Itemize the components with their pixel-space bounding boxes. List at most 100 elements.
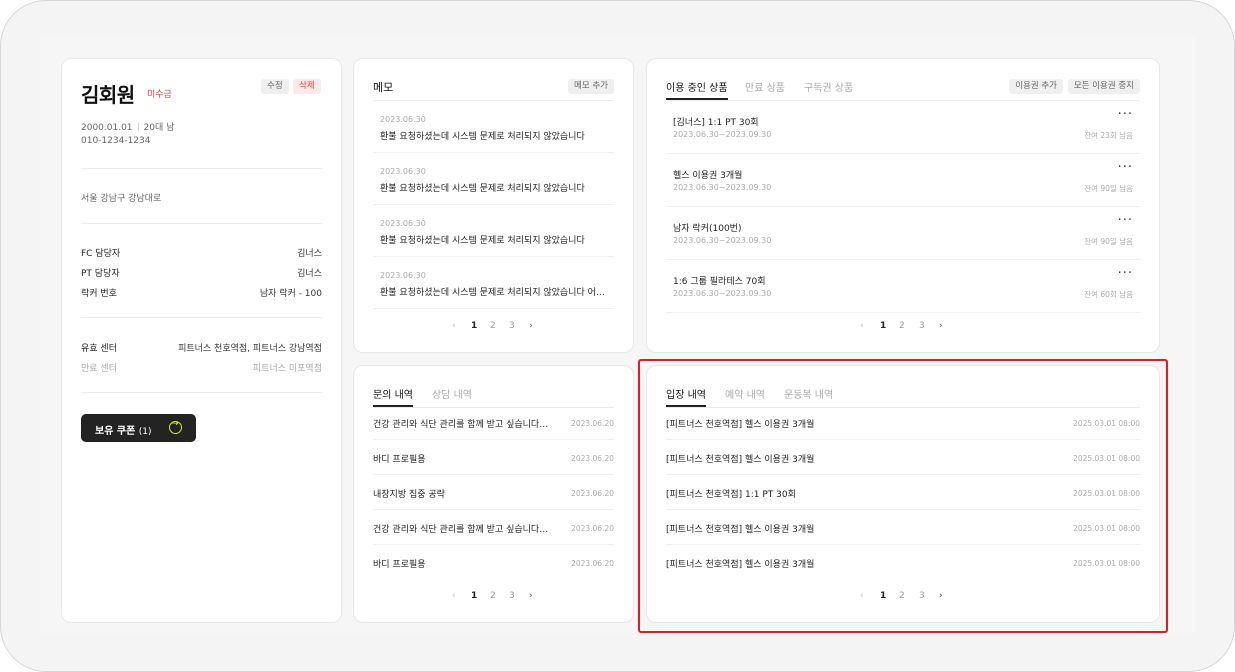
entry-row[interactable]: [피트너스 천호역점] 헬스 이용권 3개월 2025.03.01 08:00 [666,510,1140,545]
memo-date: 2023.06.30 [380,219,426,228]
add-pass-button[interactable]: 이용권 추가 [1009,79,1063,94]
page-3[interactable]: 3 [509,321,515,331]
divider [81,168,322,169]
inquiry-date: 2023.06.20 [571,454,614,463]
fc-manager-value: 김너스 [297,249,322,259]
pt-manager-row: PT 담당자 김너스 [81,266,322,280]
tab-expired-products[interactable]: 만료 상품 [745,79,785,94]
chevron-right-icon[interactable]: › [939,321,943,331]
chevron-left-icon[interactable]: ‹ [452,591,456,601]
valid-center-label: 유효 센터 [81,344,117,354]
entry-datetime: 2025.03.01 08:00 [1073,419,1140,428]
chevron-right-icon[interactable]: › [529,591,533,601]
memo-item[interactable]: 2023.06.30 환불 요청하셨는데 시스템 문제로 처리되지 않았습니다 … [373,257,614,309]
chevron-left-icon[interactable]: ‹ [452,321,456,331]
chevron-right-icon[interactable]: › [939,591,943,601]
edit-button[interactable]: 수정 [261,79,289,94]
entry-title: [피트너스 천호역점] 헬스 이용권 3개월 [666,420,815,430]
product-name: 1:6 그룹 필라테스 70회 [673,277,766,287]
inquiry-row[interactable]: 바디 프로필용 2023.06.20 [373,545,614,580]
member-phone: 010-1234-1234 [81,136,151,146]
pt-manager-label: PT 담당자 [81,269,120,279]
page-2[interactable]: 2 [899,321,905,331]
entry-row[interactable]: [피트너스 천호역점] 헬스 이용권 3개월 2025.03.01 08:00 [666,440,1140,475]
more-horizontal-icon[interactable]: ··· [1118,213,1133,228]
inquiry-date: 2023.06.20 [571,559,614,568]
page-3[interactable]: 3 [919,321,925,331]
product-item[interactable]: 헬스 이용권 3개월 2023.06.30~2023.09.30 ··· 잔여 … [666,154,1140,207]
locker-label: 락커 번호 [81,289,117,299]
inquiry-card: 문의 내역 상담 내역 건강 관리와 식단 관리를 함께 받고 싶습니다람...… [353,365,634,623]
entry-history-card: 입장 내역 예약 내역 운동복 내역 [피트너스 천호역점] 헬스 이용권 3개… [646,365,1160,623]
tab-inquiry-history[interactable]: 문의 내역 [373,386,413,407]
valid-center-row: 유효 센터 피트너스 천호역점, 피트너스 강남역점 [81,341,322,355]
product-remaining: 잔여 60회 남음 [1084,290,1133,299]
memo-item[interactable]: 2023.06.30 환불 요청하셨는데 시스템 문제로 처리되지 않았습니다 [373,153,614,205]
page-2[interactable]: 2 [490,591,496,601]
valid-center-value: 피트너스 천호역점, 피트너스 강남역점 [178,344,322,354]
chevron-left-icon[interactable]: ‹ [860,321,864,331]
coupon-button[interactable]: 보유 쿠폰 (1) [81,414,196,442]
memo-item[interactable]: 2023.06.30 환불 요청하셨는데 시스템 문제로 처리되지 않았습니다 [373,101,614,153]
locker-row: 락커 번호 남자 락커 - 100 [81,286,322,300]
chevron-right-icon[interactable]: › [529,321,533,331]
product-period: 2023.06.30~2023.09.30 [673,183,772,192]
product-item[interactable]: 1:6 그룹 필라테스 70회 2023.06.30~2023.09.30 ··… [666,260,1140,313]
entry-title: [피트너스 천호역점] 헬스 이용권 3개월 [666,455,815,465]
product-name: 헬스 이용권 3개월 [673,171,743,181]
more-horizontal-icon[interactable]: ··· [1118,160,1133,175]
tab-consultation-history[interactable]: 상담 내역 [432,386,472,401]
more-horizontal-icon[interactable]: ··· [1118,107,1133,122]
tab-active-products[interactable]: 이용 중인 상품 [666,79,728,100]
page-1[interactable]: 1 [880,321,886,331]
page-2[interactable]: 2 [899,591,905,601]
tab-sportswear-history[interactable]: 운동복 내역 [784,386,833,401]
member-age-group: 20대 남 [143,123,175,133]
inquiry-date: 2023.06.20 [571,489,614,498]
inquiry-row[interactable]: 내장지방 집중 공략 2023.06.20 [373,475,614,510]
inquiry-date: 2023.06.20 [571,419,614,428]
divider [81,392,322,393]
inquiry-row[interactable]: 바디 프로필용 2023.06.20 [373,440,614,475]
add-memo-button[interactable]: 메모 추가 [568,79,614,94]
fc-manager-label: FC 담당자 [81,249,121,259]
entry-row[interactable]: [피트너스 천호역점] 1:1 PT 30회 2025.03.01 08:00 [666,475,1140,510]
fc-manager-row: FC 담당자 김너스 [81,246,322,260]
product-name: [김너스] 1:1 PT 30회 [673,118,759,128]
inquiry-row[interactable]: 건강 관리와 식단 관리를 함께 받고 싶습니다람... 2023.06.20 [373,405,614,440]
product-remaining: 잔여 90일 남음 [1084,237,1133,246]
inquiry-title: 내장지방 집중 공략 [373,490,445,500]
chevron-left-icon[interactable]: ‹ [860,591,864,601]
product-item[interactable]: 남자 락커(100번) 2023.06.30~2023.09.30 ··· 잔여… [666,207,1140,260]
inquiry-row[interactable]: 건강 관리와 식단 관리를 함께 받고 싶습니다람... 2023.06.20 [373,510,614,545]
delete-button[interactable]: 삭제 [293,79,321,94]
page-1[interactable]: 1 [471,591,477,601]
stop-all-passes-button[interactable]: 모든 이용권 중지 [1067,79,1140,94]
coupon-label: 보유 쿠폰 (1) [95,426,152,437]
member-profile-card: 김회원 미수금 수정 삭제 2000.01.01 20대 남 010-1234-1… [61,58,342,623]
page-3[interactable]: 3 [509,591,515,601]
product-period: 2023.06.30~2023.09.30 [673,289,772,298]
product-period: 2023.06.30~2023.09.30 [673,130,772,139]
tab-reservation-history[interactable]: 예약 내역 [725,386,765,401]
product-period: 2023.06.30~2023.09.30 [673,236,772,245]
entry-row[interactable]: [피트너스 천호역점] 헬스 이용권 3개월 2025.03.01 08:00 [666,545,1140,580]
page-2[interactable]: 2 [490,321,496,331]
inquiry-pagination: ‹ 1 2 3 › [452,591,542,605]
pt-manager-value: 김너스 [297,269,322,279]
unpaid-badge: 미수금 [147,90,172,100]
entry-row[interactable]: [피트너스 천호역점] 헬스 이용권 3개월 2025.03.01 08:00 [666,405,1140,440]
product-name: 남자 락커(100번) [673,224,742,234]
member-birth: 2000.01.01 [81,123,133,133]
more-horizontal-icon[interactable]: ··· [1118,266,1133,281]
entry-title: [피트너스 천호역점] 헬스 이용권 3개월 [666,560,815,570]
page-1[interactable]: 1 [880,591,886,601]
memo-pagination: ‹ 1 2 3 › [452,321,542,335]
memo-text: 환불 요청하셨는데 시스템 문제로 처리되지 않았습니다 [380,132,585,142]
page-3[interactable]: 3 [919,591,925,601]
page-1[interactable]: 1 [471,321,477,331]
tab-entry-history[interactable]: 입장 내역 [666,386,706,407]
memo-item[interactable]: 2023.06.30 환불 요청하셨는데 시스템 문제로 처리되지 않았습니다 [373,205,614,257]
product-item[interactable]: [김너스] 1:1 PT 30회 2023.06.30~2023.09.30 ·… [666,101,1140,154]
tab-subscription-products[interactable]: 구독권 상품 [804,79,853,94]
